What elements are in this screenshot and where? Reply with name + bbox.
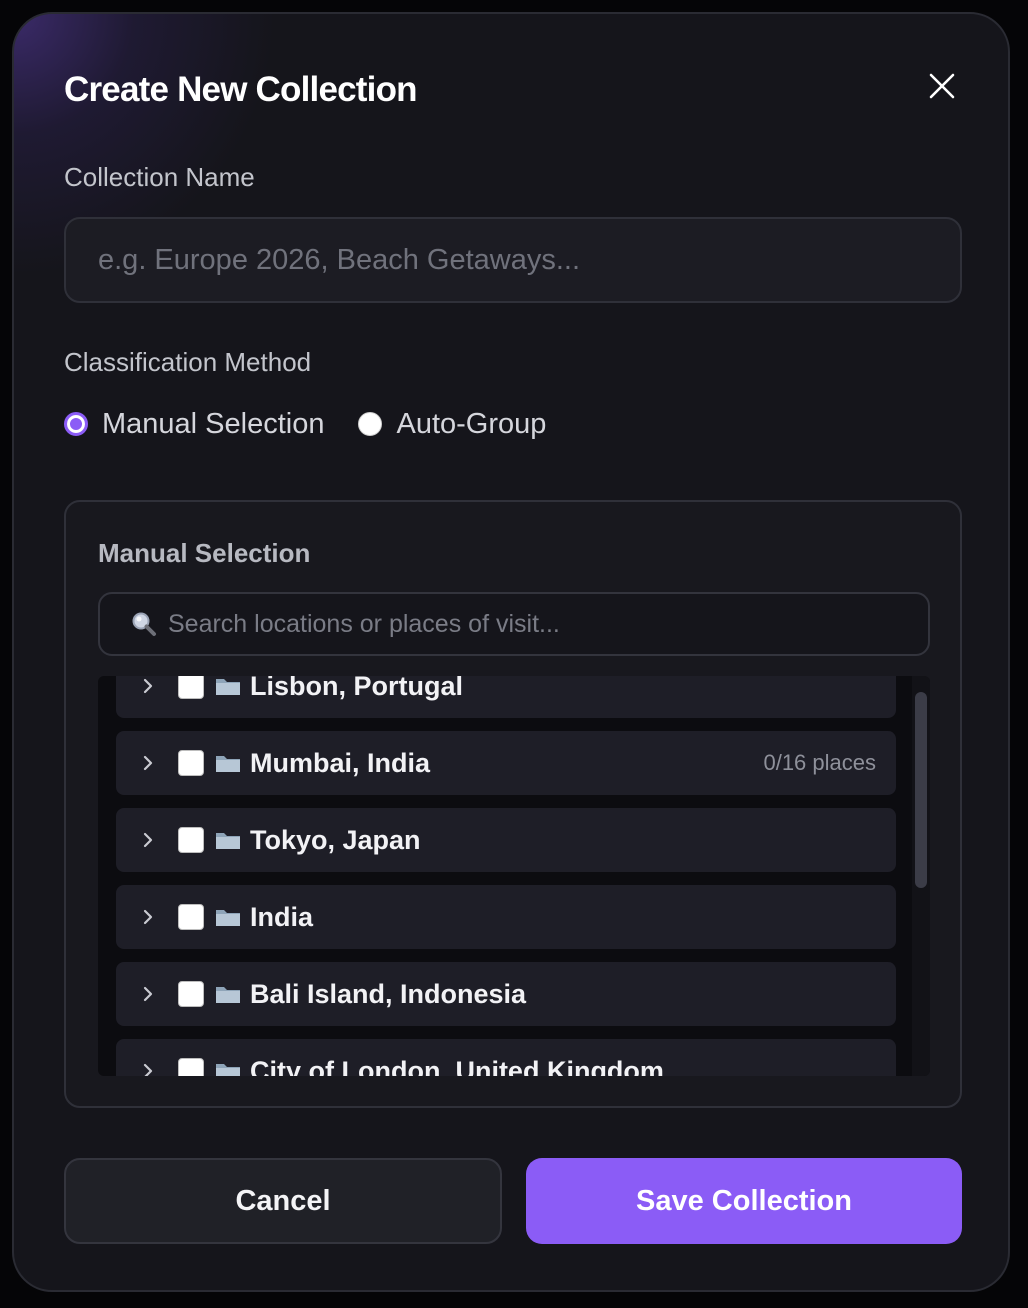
- chevron-right-icon[interactable]: [138, 753, 158, 773]
- modal-title: Create New Collection: [64, 70, 418, 109]
- radio-manual-selection[interactable]: Manual Selection: [64, 408, 324, 441]
- location-checkbox[interactable]: [178, 904, 204, 930]
- location-name: India: [250, 901, 314, 932]
- cancel-button[interactable]: Cancel: [64, 1158, 502, 1244]
- search-icon: [132, 612, 156, 636]
- location-name: Mumbai, India: [250, 747, 431, 778]
- collection-name-label: Collection Name: [64, 162, 255, 192]
- location-row[interactable]: Tokyo, Japan: [116, 808, 896, 872]
- location-checkbox[interactable]: [178, 750, 204, 776]
- scrollbar-thumb[interactable]: [915, 692, 927, 888]
- folder-icon: [216, 987, 240, 1003]
- location-name: Lisbon, Portugal: [250, 676, 463, 701]
- radio-manual-selection-label[interactable]: Manual Selection: [102, 408, 324, 441]
- manual-selection-panel: Manual Selection Search locations or pla…: [64, 500, 962, 1108]
- close-button[interactable]: [920, 64, 964, 108]
- location-search-input[interactable]: [166, 608, 928, 640]
- location-list[interactable]: Lisbon, Portugal Mumbai, India 0/16 plac…: [98, 676, 930, 1076]
- folder-icon: [216, 1064, 240, 1076]
- location-checkbox[interactable]: [178, 981, 204, 1007]
- location-row[interactable]: Mumbai, India 0/16 places: [116, 731, 896, 795]
- location-checkbox[interactable]: [178, 676, 204, 699]
- radio-auto-group-label[interactable]: Auto-Group: [396, 408, 546, 441]
- chevron-right-icon[interactable]: [138, 830, 158, 850]
- location-name: Bali Island, Indonesia: [250, 978, 527, 1009]
- folder-icon: [216, 833, 240, 849]
- location-row[interactable]: City of London, United Kingdom: [116, 1039, 896, 1076]
- location-row[interactable]: Lisbon, Portugal: [116, 676, 896, 718]
- location-checkbox[interactable]: [178, 1058, 204, 1076]
- radio-auto-group[interactable]: Auto-Group: [358, 408, 546, 441]
- chevron-right-icon[interactable]: [138, 984, 158, 1004]
- chevron-right-icon[interactable]: [138, 907, 158, 927]
- classification-radio-group: Manual Selection Auto-Group: [64, 402, 580, 446]
- folder-icon: [216, 756, 240, 772]
- collection-name-input[interactable]: [64, 217, 962, 303]
- location-name: Tokyo, Japan: [250, 824, 421, 855]
- location-row[interactable]: India: [116, 885, 896, 949]
- folder-icon: [216, 910, 240, 926]
- location-count: 0/16 places: [763, 750, 876, 775]
- chevron-right-icon[interactable]: [138, 1061, 158, 1076]
- save-collection-button[interactable]: Save Collection: [526, 1158, 962, 1244]
- chevron-right-icon[interactable]: [138, 676, 158, 696]
- radio-auto-group-button[interactable]: [358, 412, 383, 436]
- close-icon[interactable]: [929, 73, 955, 99]
- manual-selection-title: Manual Selection: [98, 538, 311, 568]
- classification-method-label: Classification Method: [64, 347, 312, 377]
- location-name: City of London, United Kingdom: [250, 1055, 664, 1077]
- create-collection-modal: Create New Collection Collection Name Cl…: [12, 12, 1010, 1292]
- location-search-box[interactable]: [98, 592, 930, 656]
- location-checkbox[interactable]: [178, 827, 204, 853]
- radio-manual-selection-button[interactable]: [64, 412, 88, 436]
- location-row[interactable]: Bali Island, Indonesia: [116, 962, 896, 1026]
- folder-icon: [216, 679, 240, 695]
- location-list-scrollbar[interactable]: [912, 676, 930, 1076]
